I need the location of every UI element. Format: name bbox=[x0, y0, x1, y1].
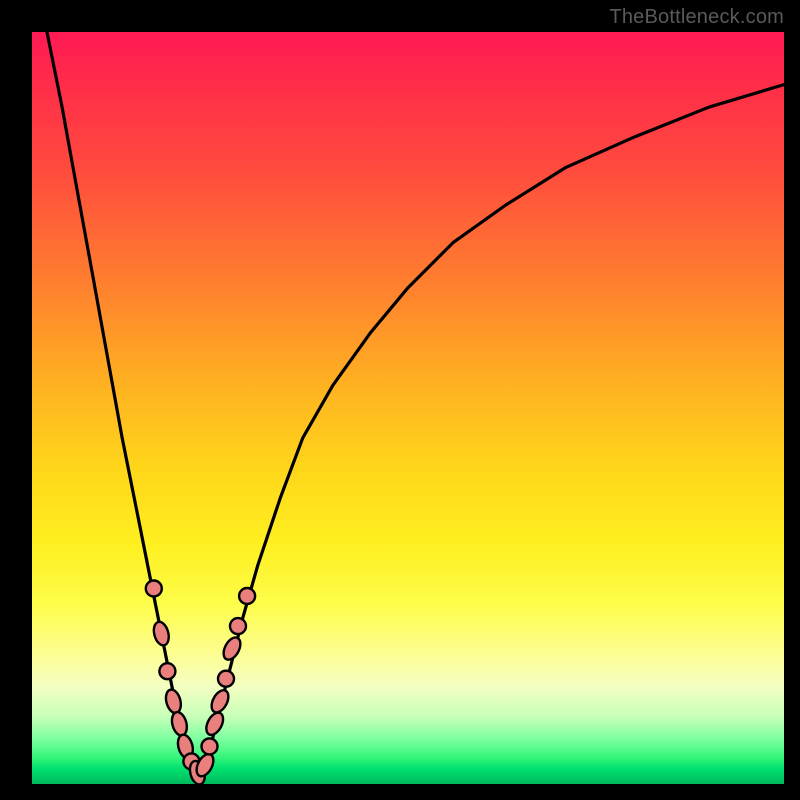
bead-marker bbox=[170, 710, 190, 737]
bead-marker bbox=[239, 588, 255, 604]
bead-marker bbox=[208, 687, 232, 715]
bead-marker bbox=[146, 581, 162, 597]
curve-right-branch bbox=[197, 85, 784, 777]
curve-left-branch bbox=[47, 32, 197, 777]
bead-marker bbox=[164, 688, 184, 715]
curve-layer bbox=[32, 32, 784, 784]
bead-marker bbox=[202, 738, 218, 754]
plot-area bbox=[32, 32, 784, 784]
bead-marker bbox=[151, 620, 171, 647]
bead-group bbox=[146, 581, 255, 785]
bead-marker bbox=[218, 671, 234, 687]
bead-marker bbox=[159, 663, 175, 679]
bead-marker bbox=[220, 635, 244, 663]
bead-marker bbox=[230, 618, 246, 634]
bead-marker bbox=[203, 710, 227, 738]
watermark-text: TheBottleneck.com bbox=[609, 6, 784, 29]
chart-frame: TheBottleneck.com bbox=[0, 0, 800, 800]
